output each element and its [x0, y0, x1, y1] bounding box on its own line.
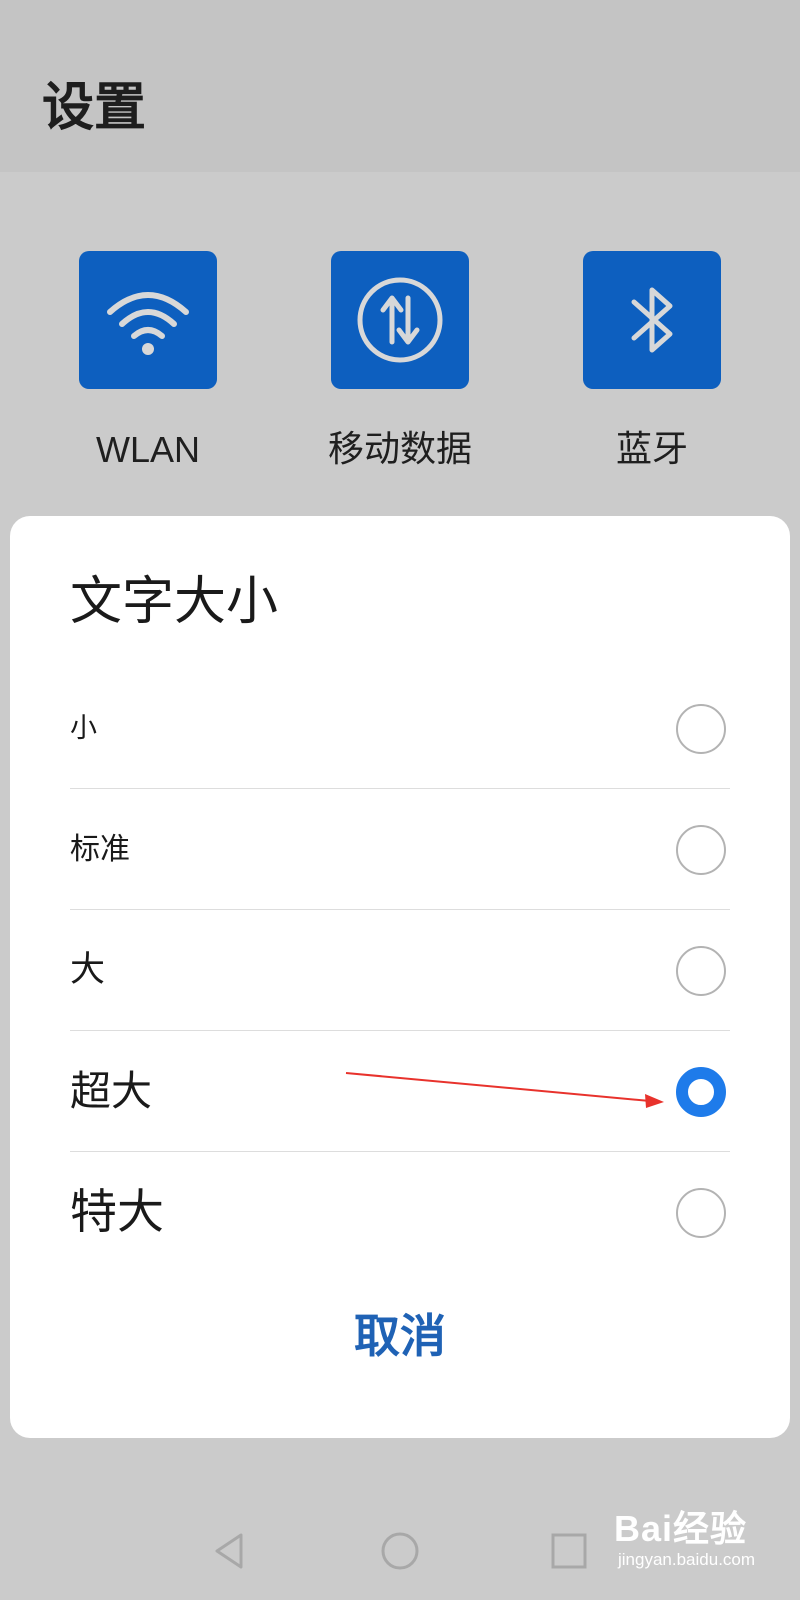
cancel-button[interactable]: 取消 [10, 1296, 790, 1376]
mobile-data-tile[interactable] [331, 251, 469, 389]
radio-huge[interactable] [676, 1188, 726, 1238]
radio-extra-large-selected[interactable] [676, 1067, 726, 1117]
page-title: 设置 [42, 78, 147, 138]
baidu-jingyan-watermark: Bai经验 jingyan.baidu.com [614, 1500, 764, 1580]
option-huge[interactable]: 特大 [70, 1152, 730, 1273]
radio-small[interactable] [676, 704, 726, 754]
bluetooth-label: 蓝牙 [615, 429, 688, 470]
wlan-tile[interactable] [79, 251, 217, 389]
recent-square-icon[interactable] [544, 1526, 594, 1576]
option-extra-large[interactable]: 超大 [70, 1031, 730, 1152]
option-huge-label: 特大 [70, 1185, 164, 1240]
bluetooth-icon [631, 287, 673, 353]
option-large-label: 大 [70, 950, 106, 990]
option-standard-label: 标准 [70, 831, 130, 867]
option-extra-large-label: 超大 [70, 1067, 152, 1115]
wlan-label: WLAN [95, 429, 200, 470]
home-circle-icon[interactable] [375, 1526, 425, 1576]
radio-large[interactable] [676, 946, 726, 996]
dialog-title: 文字大小 [70, 572, 279, 632]
settings-header: 设置 [0, 0, 800, 172]
bluetooth-tile[interactable] [583, 251, 721, 389]
option-standard[interactable]: 标准 [70, 789, 730, 910]
option-large[interactable]: 大 [70, 910, 730, 1031]
text-size-dialog: 文字大小 小 标准 大 超大 特大 取消 [10, 516, 790, 1438]
wifi-icon [107, 292, 189, 355]
option-small[interactable]: 小 [70, 668, 730, 789]
back-triangle-icon[interactable] [205, 1526, 255, 1576]
option-small-label: 小 [70, 713, 97, 744]
radio-standard[interactable] [676, 825, 726, 875]
mobile-data-icon [357, 277, 443, 363]
watermark-url: jingyan.baidu.com [618, 1550, 756, 1569]
mobile-data-label: 移动数据 [327, 429, 472, 470]
watermark-logo: Bai经验 [614, 1508, 748, 1549]
